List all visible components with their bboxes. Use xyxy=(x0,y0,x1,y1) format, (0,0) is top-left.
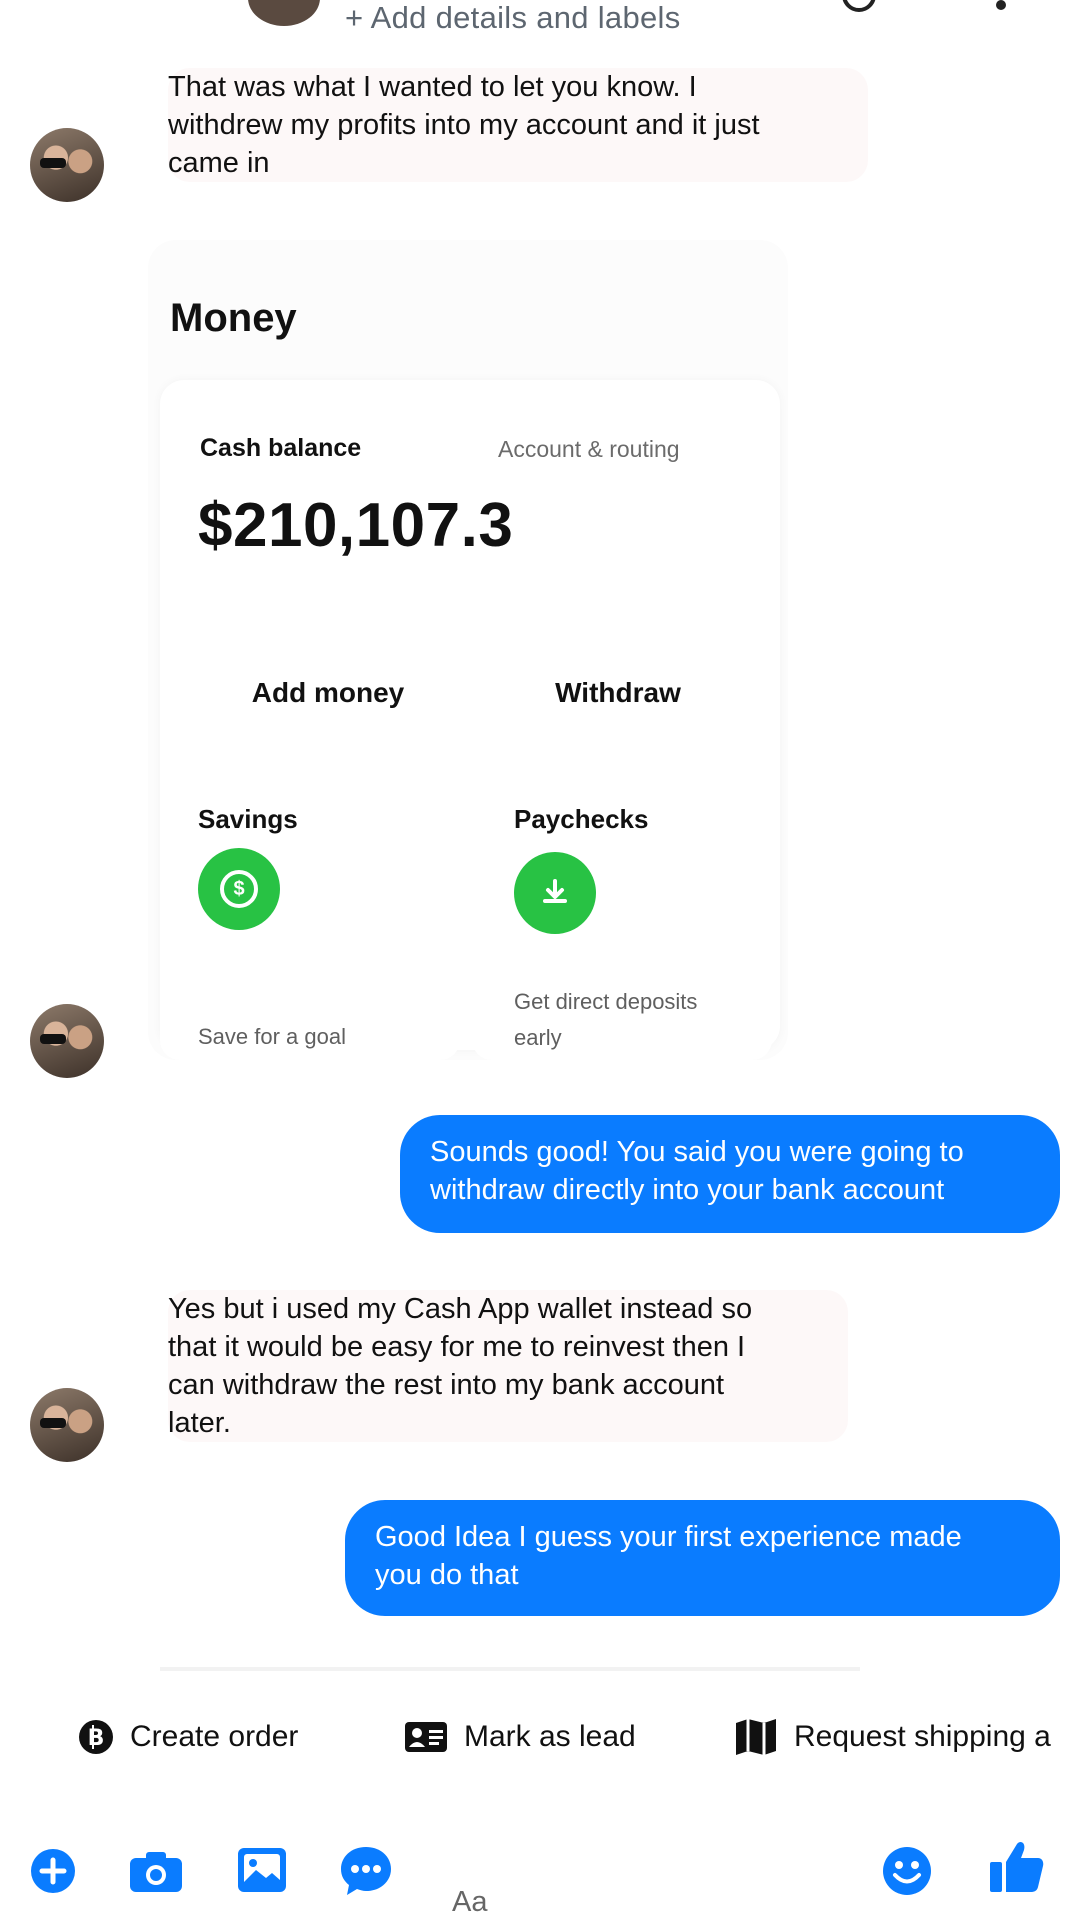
divider xyxy=(160,1667,860,1671)
message-line: Yes but i used my Cash App wallet instea… xyxy=(168,1293,753,1325)
account-routing-link: Account & routing xyxy=(498,436,680,462)
withdraw-button: Withdraw xyxy=(488,658,748,728)
message-line: Sounds good! You said you were going to xyxy=(430,1136,964,1168)
message-line: withdraw directly into your bank account xyxy=(430,1174,945,1206)
map-icon xyxy=(734,1717,778,1757)
balance-amount: $210,107.3 xyxy=(198,491,514,560)
message-line: That was what I wanted to let you know. … xyxy=(168,71,697,103)
add-details-link[interactable]: + Add details and labels xyxy=(345,0,681,36)
create-order-button[interactable]: B Create order xyxy=(78,1712,298,1762)
message-line: you do that xyxy=(375,1559,519,1591)
avatar[interactable] xyxy=(30,128,104,202)
plus-icon[interactable] xyxy=(30,1848,76,1899)
paychecks-description: Get direct deposits early xyxy=(514,984,697,1056)
paychecks-download-icon xyxy=(514,852,596,934)
sent-message[interactable]: Sounds good! You said you were going to … xyxy=(400,1115,1060,1233)
savings-description: Save for a goal xyxy=(198,1024,346,1049)
gallery-icon[interactable] xyxy=(236,1846,288,1899)
svg-text:B: B xyxy=(88,1726,105,1751)
create-order-label: Create order xyxy=(130,1720,299,1753)
cash-balance-label: Cash balance xyxy=(200,434,362,462)
received-message: Yes but i used my Cash App wallet instea… xyxy=(168,1290,848,1442)
bitcoin-icon: B xyxy=(78,1719,114,1755)
message-line: came in xyxy=(168,147,270,179)
chat-icon[interactable] xyxy=(338,1844,394,1903)
request-shipping-button[interactable]: Request shipping a xyxy=(734,1712,1051,1762)
emoji-icon[interactable] xyxy=(882,1846,932,1901)
add-money-button: Add money xyxy=(198,658,458,728)
camera-icon[interactable] xyxy=(128,1850,184,1899)
message-line: can withdraw the rest into my bank accou… xyxy=(168,1369,725,1401)
savings-title: Savings xyxy=(198,804,298,834)
avatar[interactable] xyxy=(30,1388,104,1462)
thumbs-up-icon[interactable] xyxy=(986,1836,1046,1901)
message-line: that it would be easy for me to reinvest… xyxy=(168,1331,746,1363)
money-title: Money xyxy=(170,296,297,340)
message-input[interactable]: Aa xyxy=(452,1886,487,1919)
received-message: That was what I wanted to let you know. … xyxy=(168,68,868,182)
paychecks-title: Paychecks xyxy=(514,804,649,834)
request-shipping-label: Request shipping a xyxy=(794,1720,1051,1753)
mark-as-lead-label: Mark as lead xyxy=(464,1720,636,1753)
message-line: withdrew my profits into my account and … xyxy=(168,109,760,141)
contact-card-icon xyxy=(404,1719,448,1755)
message-line: Good Idea I guess your first experience … xyxy=(375,1521,962,1553)
avatar[interactable] xyxy=(30,1004,104,1078)
more-options-icon[interactable] xyxy=(996,0,1006,10)
header-avatar[interactable] xyxy=(248,0,320,26)
message-line: later. xyxy=(168,1407,231,1439)
savings-dollar-icon: $ xyxy=(198,848,280,930)
sent-message[interactable]: Good Idea I guess your first experience … xyxy=(345,1500,1060,1616)
paychecks-description-line: Get direct deposits xyxy=(514,989,698,1014)
paychecks-description-line: early xyxy=(514,1025,562,1050)
mark-as-lead-button[interactable]: Mark as lead xyxy=(404,1712,636,1762)
info-icon[interactable] xyxy=(842,0,876,12)
